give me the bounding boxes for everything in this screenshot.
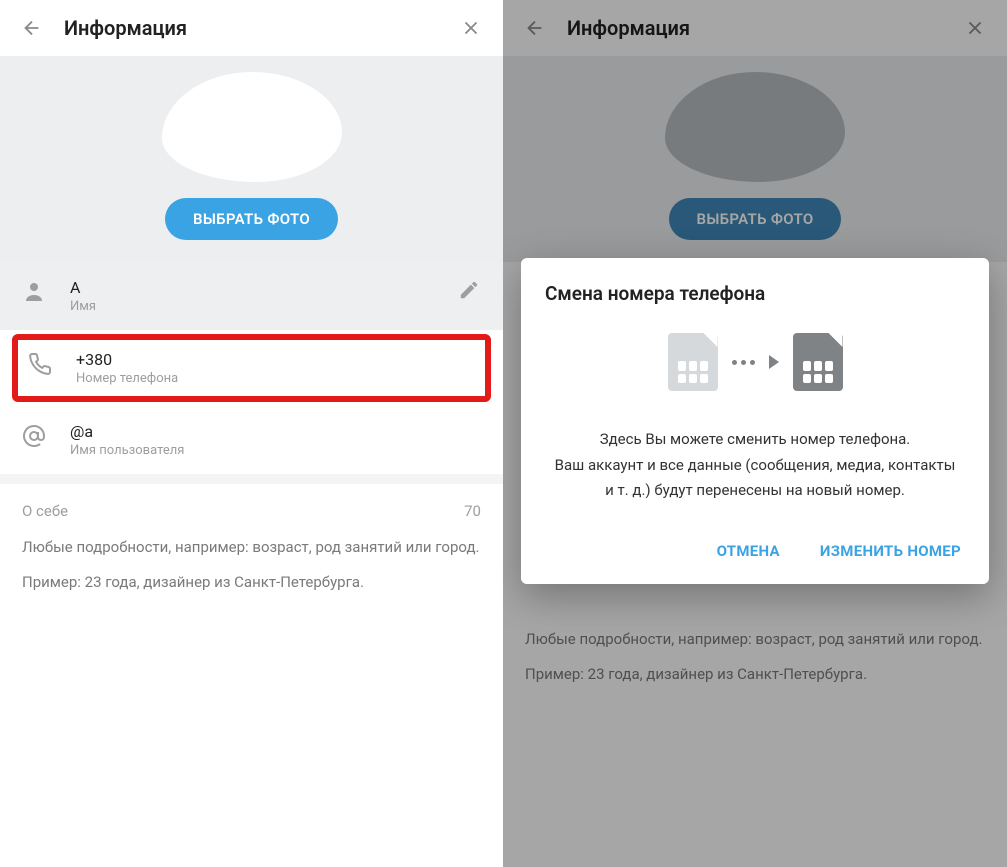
avatar-placeholder — [162, 72, 342, 182]
modal-actions: ОТМЕНА ИЗМЕНИТЬ НОМЕР — [545, 534, 965, 568]
cancel-button[interactable]: ОТМЕНА — [713, 534, 784, 568]
at-icon — [22, 424, 46, 448]
about-label: О себе — [22, 502, 68, 520]
person-icon — [22, 280, 46, 304]
left-panel: Информация ВЫБРАТЬ ФОТО А Имя +380 Номер… — [0, 0, 503, 867]
username-label: Имя пользователя — [70, 443, 481, 458]
username-value: @a — [70, 422, 481, 441]
about-header: О себе 70 — [0, 484, 503, 530]
phone-highlight-box: +380 Номер телефона — [12, 334, 491, 402]
phone-value: +380 — [76, 350, 475, 369]
close-icon[interactable] — [459, 16, 483, 40]
about-hint-1: Любые подробности, например: возраст, ро… — [0, 530, 503, 565]
change-number-button[interactable]: ИЗМЕНИТЬ НОМЕР — [816, 534, 965, 568]
name-row[interactable]: А Имя — [0, 262, 503, 330]
page-title: Информация — [64, 16, 439, 40]
sim-old-icon — [668, 333, 718, 391]
arrow-icon — [769, 355, 779, 369]
phone-row[interactable]: +380 Номер телефона — [18, 340, 485, 396]
choose-photo-button[interactable]: ВЫБРАТЬ ФОТО — [165, 198, 338, 240]
header: Информация — [0, 0, 503, 56]
about-hint-2: Пример: 23 года, дизайнер из Санкт-Петер… — [0, 565, 503, 600]
phone-icon — [28, 352, 52, 376]
name-label: Имя — [70, 299, 433, 314]
username-row[interactable]: @a Имя пользователя — [0, 406, 503, 474]
change-phone-modal: Смена номера телефона Здесь Вы можете см… — [521, 258, 989, 584]
modal-title: Смена номера телефона — [545, 282, 965, 305]
right-panel: Информация ВЫБРАТЬ ФОТО Любые подробност… — [503, 0, 1007, 867]
about-counter: 70 — [464, 502, 481, 520]
name-value: А — [70, 278, 433, 297]
back-icon[interactable] — [20, 16, 44, 40]
section-divider — [0, 474, 503, 484]
edit-icon[interactable] — [457, 278, 481, 302]
dots-icon — [732, 360, 755, 365]
modal-body: Здесь Вы можете сменить номер телефона. … — [545, 427, 965, 504]
phone-label: Номер телефона — [76, 371, 475, 386]
sim-new-icon — [793, 333, 843, 391]
sim-transfer-graphic — [545, 333, 965, 391]
photo-section: ВЫБРАТЬ ФОТО — [0, 56, 503, 262]
